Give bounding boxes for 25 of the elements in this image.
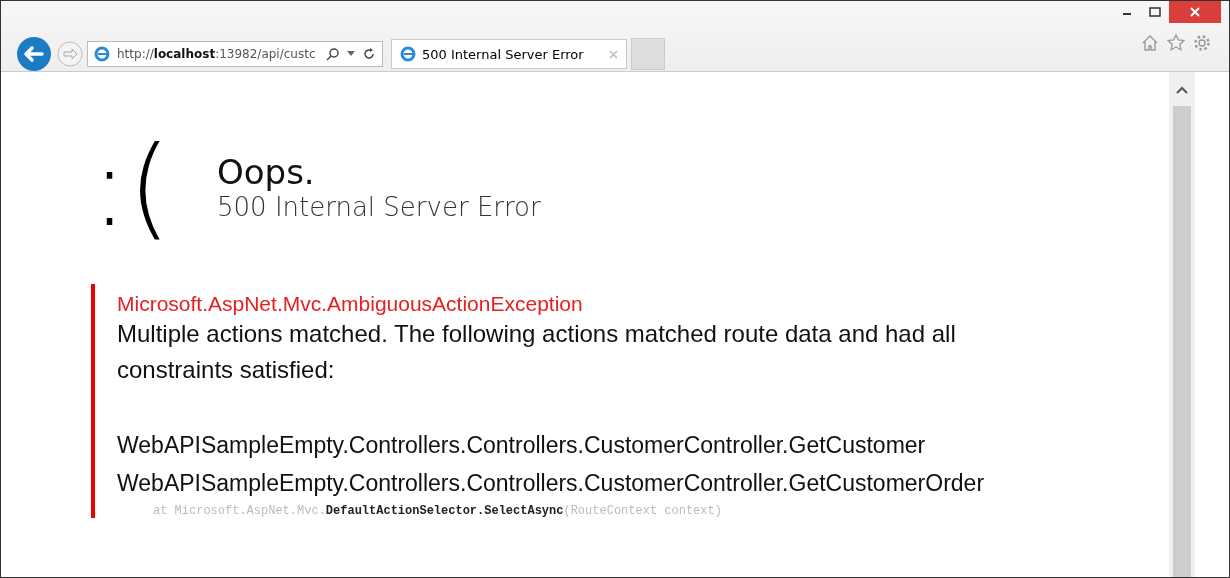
home-icon[interactable] — [1141, 34, 1159, 52]
error-title: Oops. — [217, 152, 316, 192]
browser-tab[interactable]: 500 Internal Server Error — [391, 39, 627, 69]
close-tab-icon[interactable] — [609, 49, 618, 59]
close-button[interactable] — [1169, 1, 1221, 23]
address-bar[interactable]: http://localhost:13982/api/custc — [87, 41, 383, 67]
page-icon — [400, 46, 416, 62]
error-subtitle: 500 Internal Server Error — [217, 192, 541, 222]
matched-action: WebAPISampleEmpty.Controllers.Controllers.CustomerController.GetCustomerOrder — [117, 469, 986, 498]
star-icon[interactable] — [1167, 34, 1185, 52]
scroll-up-icon[interactable] — [1176, 86, 1188, 94]
close-icon — [1190, 7, 1200, 17]
stack-trace-line: at Microsoft.AspNet.Mvc.DefaultActionSelector.SelectAsync(RouteContext context) — [152, 504, 723, 518]
exception-type: Microsoft.AspNet.Mvc.AmbiguousActionException — [117, 292, 584, 316]
matched-action: WebAPISampleEmpty.Controllers.Controllers.CustomerController.GetCustomer — [117, 431, 927, 460]
browser-logo-icon — [94, 46, 110, 62]
refresh-icon[interactable] — [362, 47, 376, 61]
back-button[interactable] — [17, 37, 51, 71]
maximize-icon — [1149, 7, 1161, 17]
dropdown-icon[interactable] — [347, 51, 355, 57]
sad-face-text: :( — [91, 132, 172, 242]
exception-message: Multiple actions matched. The following actions matched route data and had all constraints satisfied: — [117, 319, 957, 385]
scrollbar[interactable] — [1169, 72, 1195, 577]
settings-icon[interactable] — [1193, 34, 1211, 52]
search-icon[interactable] — [326, 47, 340, 61]
